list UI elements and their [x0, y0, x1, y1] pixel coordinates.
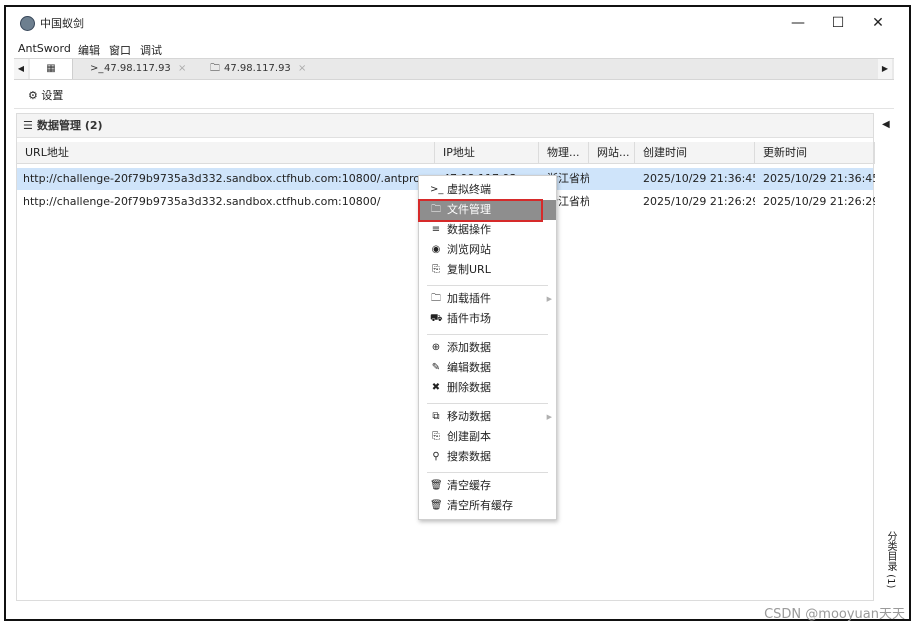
menu-virtual-terminal[interactable]: >_ 虚拟终端: [419, 180, 556, 200]
submenu-arrow-icon: ▶: [546, 413, 552, 421]
settings-label: 设置: [41, 89, 64, 102]
menu-load-plugin[interactable]: 🗀 加载插件 ▶: [419, 289, 556, 309]
copy-icon: ⎘: [432, 264, 440, 275]
menu-move-data[interactable]: ⧉ 移动数据 ▶: [419, 407, 556, 427]
watermark: CSDN @mooyuan天天: [764, 607, 905, 622]
menu-plugin-market[interactable]: ⛟ 插件市场: [419, 309, 556, 329]
menu-bar: AntSword 编辑 窗口 调试: [6, 41, 909, 59]
plus-circle-icon: ⊕: [431, 342, 441, 353]
tab-scroll-right-icon[interactable]: ▶: [878, 59, 892, 79]
menu-delete-data[interactable]: ✖ 删除数据: [419, 378, 556, 398]
column-location[interactable]: 物理...: [539, 142, 589, 164]
cart-icon: ⛟: [430, 313, 443, 324]
tab-bar: ◀ ▦ >_ 47.98.117.93 × 🗀 47.98.117.93 × ▶: [14, 58, 894, 80]
cell-created: 2025/10/29 21:36:45: [643, 172, 755, 185]
expand-sidebar-icon[interactable]: ◀: [882, 119, 890, 130]
menu-edit-data[interactable]: ✎ 编辑数据: [419, 358, 556, 378]
search-icon: ⚲: [432, 451, 440, 462]
column-url[interactable]: URL地址: [17, 142, 435, 164]
tab-scroll-left-icon[interactable]: ◀: [14, 59, 28, 79]
title-bar: 中国蚁剑 — ☐ ✕: [6, 7, 909, 41]
menu-separator: [427, 472, 548, 473]
panel-title: 数据管理 (2): [37, 119, 103, 132]
submenu-arrow-icon: ▶: [546, 295, 552, 303]
window-title: 中国蚁剑: [40, 17, 84, 30]
menu-window[interactable]: 窗口: [109, 42, 131, 58]
highlight-annotation-box: [418, 199, 543, 222]
terminal-icon: >_: [90, 63, 104, 74]
menu-data-operation[interactable]: ≡ 数据操作: [419, 220, 556, 240]
list-icon: ☰: [23, 119, 33, 132]
folder-icon: 🗀: [431, 293, 441, 304]
menu-clear-cache[interactable]: 🗑 清空缓存: [419, 476, 556, 496]
tab-terminal[interactable]: >_ 47.98.117.93 ×: [84, 59, 194, 79]
menu-separator: [427, 403, 548, 404]
folder-icon: 🗀: [210, 63, 220, 74]
cell-updated: 2025/10/29 21:36:45: [763, 172, 875, 185]
tab-file-manager-label: 47.98.117.93: [224, 63, 291, 74]
chrome-icon: ◉: [431, 244, 441, 255]
menu-edit[interactable]: 编辑: [78, 42, 100, 58]
cell-website: [593, 191, 635, 213]
copy-icon: ⎘: [432, 431, 440, 442]
table-header: URL地址 IP地址 物理... 网站... 创建时间 更新时间: [17, 142, 875, 164]
column-updated[interactable]: 更新时间: [755, 142, 875, 164]
gear-icon: ⚙: [28, 89, 38, 102]
trash-icon: 🗑: [430, 480, 443, 491]
menu-search-data[interactable]: ⚲ 搜索数据: [419, 447, 556, 467]
context-menu: >_ 虚拟终端 🗀 文件管理 ≡ 数据操作 ◉ 浏览网站 ⎘ 复制URL 🗀 加…: [418, 175, 557, 520]
menu-clear-all-cache[interactable]: 🗑 清空所有缓存: [419, 496, 556, 516]
terminal-icon: >_: [430, 184, 444, 195]
menu-create-copy[interactable]: ⎘ 创建副本: [419, 427, 556, 447]
move-icon: ⧉: [432, 411, 440, 422]
menu-separator: [427, 334, 548, 335]
tab-terminal-close-icon[interactable]: ×: [178, 59, 186, 79]
cell-url: http://challenge-20f79b9735a3d332.sandbo…: [23, 195, 381, 208]
category-sidebar: ◀ 分类目录 (1): [878, 111, 900, 601]
cell-updated: 2025/10/29 21:26:29: [763, 195, 875, 208]
panel-header: ☰ 数据管理 (2): [17, 114, 873, 138]
trash-icon: 🗑: [430, 500, 443, 511]
antsword-logo-icon: [20, 16, 35, 31]
tab-terminal-label: 47.98.117.93: [104, 63, 171, 74]
column-ip[interactable]: IP地址: [435, 142, 539, 164]
cell-url: http://challenge-20f79b9735a3d332.sandbo…: [23, 172, 433, 185]
edit-icon: ✎: [431, 362, 441, 373]
tab-file-manager[interactable]: 🗀 47.98.117.93 ×: [202, 59, 312, 79]
menu-separator: [427, 285, 548, 286]
toolbar: ⚙ 设置: [14, 81, 894, 109]
close-icon: ✖: [431, 382, 441, 393]
menu-antsword[interactable]: AntSword: [18, 42, 71, 55]
column-created[interactable]: 创建时间: [635, 142, 755, 164]
tab-file-manager-close-icon[interactable]: ×: [298, 59, 306, 79]
cell-created: 2025/10/29 21:26:29: [643, 195, 755, 208]
cell-website: [593, 168, 635, 190]
menu-debug[interactable]: 调试: [140, 42, 162, 58]
menu-browse-site[interactable]: ◉ 浏览网站: [419, 240, 556, 260]
column-website[interactable]: 网站...: [589, 142, 635, 164]
tab-home[interactable]: ▦: [30, 59, 73, 79]
close-button[interactable]: ✕: [858, 7, 898, 41]
menu-add-data[interactable]: ⊕ 添加数据: [419, 338, 556, 358]
settings-button[interactable]: ⚙ 设置: [28, 87, 63, 103]
category-label[interactable]: 分类目录 (1): [880, 531, 898, 601]
database-icon: ≡: [431, 224, 441, 235]
maximize-button[interactable]: ☐: [818, 7, 858, 41]
minimize-button[interactable]: —: [778, 7, 818, 41]
menu-copy-url[interactable]: ⎘ 复制URL: [419, 260, 556, 280]
grid-icon: ▦: [46, 63, 56, 74]
